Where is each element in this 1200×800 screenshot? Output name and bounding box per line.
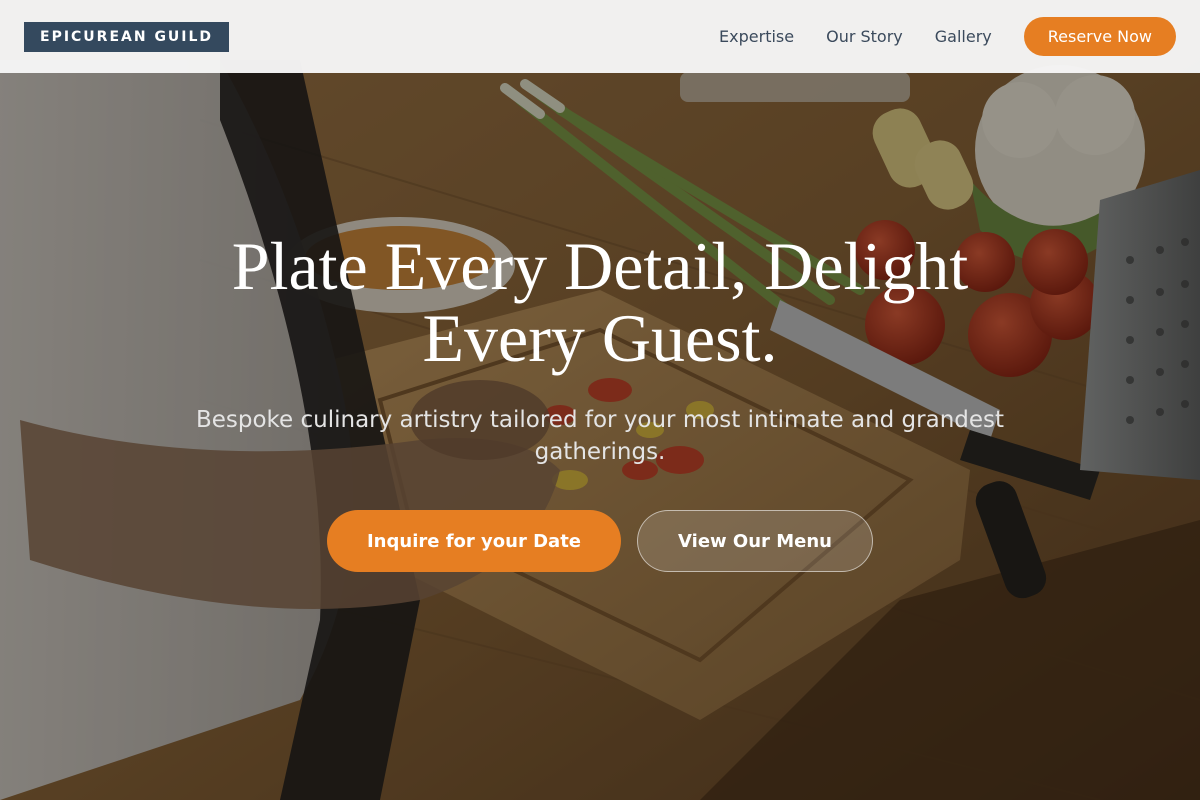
nav-link-gallery[interactable]: Gallery: [935, 27, 992, 46]
nav-link-our-story[interactable]: Our Story: [826, 27, 903, 46]
main-nav: Expertise Our Story Gallery Reserve Now: [687, 17, 1176, 56]
view-menu-button[interactable]: View Our Menu: [637, 510, 873, 572]
inquire-button[interactable]: Inquire for your Date: [327, 510, 621, 572]
brand-logo[interactable]: EPICUREAN GUILD: [24, 21, 230, 52]
hero-actions: Inquire for your Date View Our Menu: [0, 510, 1200, 572]
hero-content: Plate Every Detail, Delight Every Guest.…: [0, 230, 1200, 572]
reserve-now-button[interactable]: Reserve Now: [1023, 17, 1176, 56]
hero-subtitle: Bespoke culinary artistry tailored for y…: [195, 407, 1005, 465]
nav-link-expertise[interactable]: Expertise: [719, 27, 794, 46]
site-header: EPICUREAN GUILD Expertise Our Story Gall…: [0, 0, 1200, 73]
hero-headline: Plate Every Detail, Delight Every Guest.: [231, 228, 969, 376]
